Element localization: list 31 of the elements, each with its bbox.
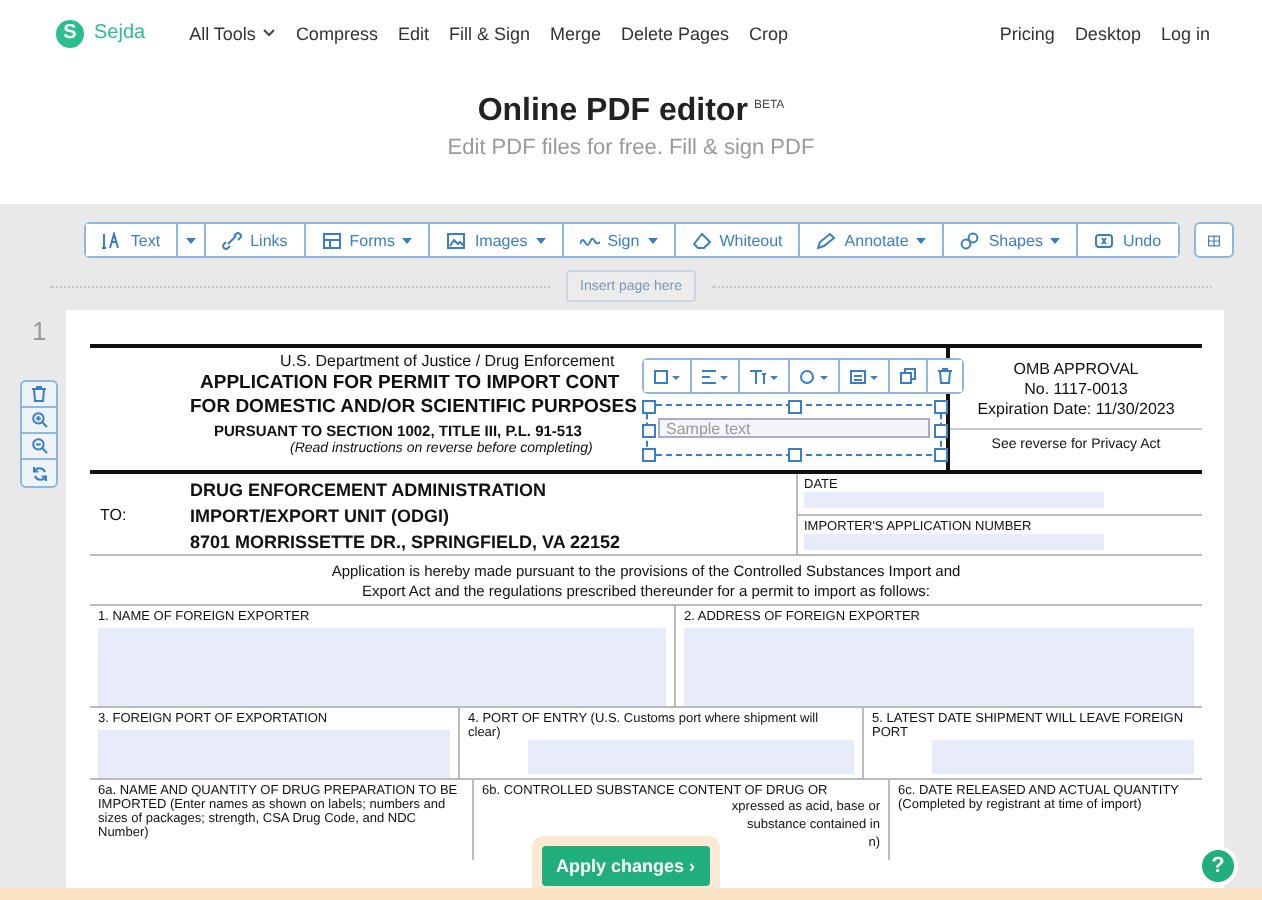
form-text: Expiration Date: 11/30/2023: [975, 400, 1177, 420]
logo-mark[interactable]: S: [56, 19, 84, 47]
nav-link[interactable]: All Tools: [189, 23, 276, 43]
page-subtitle: Edit PDF files for free. Fill & sign PDF: [445, 136, 817, 160]
form-text: No. 1117-0013: [1022, 380, 1130, 400]
logo-text[interactable]: Sejda: [94, 22, 146, 44]
nav-link[interactable]: Edit: [397, 23, 429, 43]
nav-link[interactable]: Delete Pages: [621, 23, 730, 43]
page-number: 1: [32, 316, 47, 346]
form-title: APPLICATION FOR PERMIT TO IMPORT CONT: [200, 372, 620, 394]
address-line: IMPORT/EXPORT UNIT (ODGI): [190, 504, 451, 530]
nav-link[interactable]: Desktop: [1074, 23, 1141, 43]
nav-link[interactable]: Merge: [549, 23, 601, 43]
form-title: FOR DOMESTIC AND/OR SCIENTIFIC PURPOSES: [190, 396, 637, 418]
help-button[interactable]: ?: [1198, 846, 1238, 886]
toolbar-button[interactable]: Text: [86, 224, 179, 256]
nav-link[interactable]: Fill & Sign: [448, 23, 530, 43]
text-box[interactable]: Sample text: [658, 418, 930, 438]
form-text: OMB APPROVAL: [1011, 360, 1141, 380]
nav-link[interactable]: Log in: [1160, 23, 1210, 43]
text-box-selection[interactable]: Sample text: [646, 404, 942, 456]
nav-link[interactable]: Crop: [749, 23, 789, 43]
address-line: 8701 MORRISSETTE DR., SPRINGFIELD, VA 22152: [190, 530, 623, 556]
beta-label: BETA: [753, 99, 785, 112]
form-label: TO:: [98, 505, 129, 523]
nav-link[interactable]: Pricing: [999, 23, 1055, 43]
nav-link[interactable]: Compress: [295, 23, 378, 43]
form-text: U.S. Department of Justice / Drug Enforcement: [280, 352, 615, 370]
apply-changes-button[interactable]: Apply changes ›: [542, 846, 710, 886]
address-line: DRUG ENFORCEMENT ADMINISTRATION: [190, 478, 548, 504]
page-title: Online PDF editor: [477, 94, 748, 128]
